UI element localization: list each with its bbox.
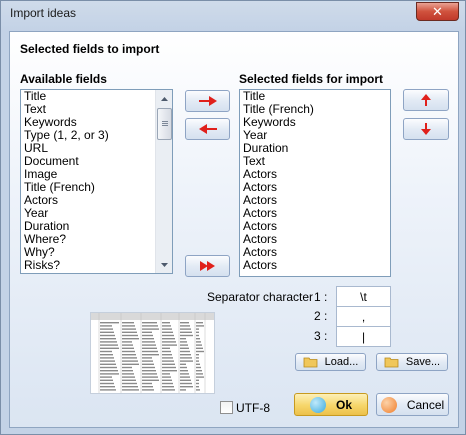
spreadsheet-preview-icon [91,313,214,393]
utf8-checkbox[interactable] [220,401,233,414]
double-arrow-right-icon [199,261,215,271]
save-button[interactable]: Save... [376,353,448,371]
separator-field-2[interactable]: , [336,306,391,327]
separator-label: Separator character [207,290,314,304]
scroll-up-icon[interactable] [157,91,172,106]
separator-num-1: 1 : [314,290,328,304]
arrow-right-icon [198,96,217,106]
close-button[interactable]: ✕ [416,2,459,21]
cancel-button[interactable]: Cancel [376,393,449,416]
window-title: Import ideas [10,6,77,20]
arrow-left-icon [198,124,217,134]
dialog-body: Selected fields to import Available fiel… [9,31,459,428]
save-label: Save... [405,356,441,368]
selected-fields-list[interactable]: Title Title (French) Keywords Year Duration T… [239,89,391,277]
section-heading: Selected fields to import [20,42,160,56]
available-scrollbar[interactable] [155,90,172,273]
utf8-label: UTF-8 [236,401,270,415]
cancel-label: Cancel [406,397,445,412]
arrow-down-icon [421,123,431,135]
close-icon: ✕ [432,3,443,19]
move-up-button[interactable] [403,89,449,111]
available-fields-label: Available fields [20,72,107,86]
available-fields-list[interactable]: Title Text Keywords Type (1, 2, or 3) URL Doc… [20,89,173,274]
import-ideas-dialog: Import ideas ✕ Selected fields to import… [0,0,466,435]
load-label: Load... [324,356,359,368]
separator-field-3[interactable]: | [336,326,391,347]
ok-label: Ok [335,397,352,412]
scroll-thumb[interactable] [157,108,172,140]
ok-circle-icon [309,396,326,413]
arrow-up-icon [421,94,431,106]
separator-num-2: 2 : [314,309,328,323]
move-down-button[interactable] [403,118,449,140]
selected-field-item[interactable]: Actors [240,259,390,272]
load-button[interactable]: Load... [295,353,366,371]
title-bar: Import ideas ✕ [1,1,465,27]
available-field-item[interactable]: Help ? [21,272,172,274]
separator-num-3: 3 : [314,329,328,343]
ok-button[interactable]: Ok [294,393,368,416]
import-preview-image [90,312,215,394]
folder-open-icon [303,357,318,368]
remove-field-button[interactable] [185,118,230,140]
separator-field-1[interactable]: \t [336,286,391,307]
cancel-circle-icon [380,396,397,413]
selected-fields-label: Selected fields for import [239,72,384,86]
folder-save-icon [384,357,399,368]
add-all-fields-button[interactable] [185,255,230,277]
add-field-button[interactable] [185,90,230,112]
scroll-down-icon[interactable] [157,257,172,272]
